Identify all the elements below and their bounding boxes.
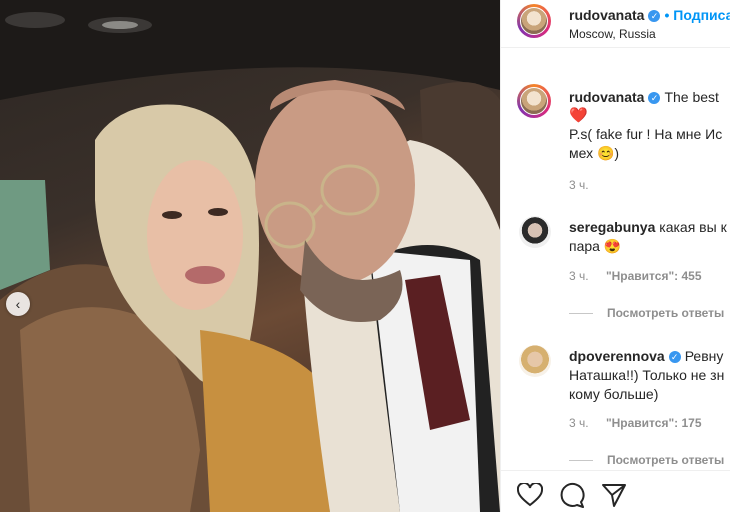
- author-line: rudovanata ✓• Подписаться: [569, 7, 730, 25]
- comment-text-3: кому больше): [569, 386, 659, 402]
- comment-username[interactable]: seregabunya: [569, 219, 655, 235]
- photo-illustration: [0, 0, 500, 512]
- heart-icon[interactable]: [517, 483, 543, 507]
- comment-text-2: Наташка!!) Только не зн: [569, 367, 725, 383]
- share-icon[interactable]: [601, 482, 627, 508]
- caption-author-avatar[interactable]: [517, 84, 551, 118]
- action-bar: [501, 470, 730, 512]
- comment-time[interactable]: 3 ч.: [569, 269, 589, 283]
- post-photo[interactable]: ‹: [0, 0, 500, 512]
- view-replies-label: Посмотреть ответы: [607, 453, 725, 467]
- previous-photo-button[interactable]: ‹: [6, 292, 30, 316]
- commenter-avatar[interactable]: [519, 345, 551, 377]
- comment-text-2: пара 😍: [569, 238, 622, 254]
- post-sidebar: rudovanata✓• Подписаться Moscow, Russia …: [500, 0, 730, 512]
- verified-badge-icon: ✓: [668, 351, 681, 364]
- caption-line-1: rudovanata ✓ The best: [569, 89, 719, 105]
- comment-likes[interactable]: "Нравится": 455: [606, 269, 702, 283]
- caption-text-2: P.s( fake fur ! На мне Ис: [569, 126, 723, 142]
- divider-line: [569, 313, 593, 315]
- caption-time[interactable]: 3 ч.: [569, 178, 589, 192]
- post-header: rudovanata ✓• Подписаться Moscow, Russia: [501, 0, 730, 48]
- comment-time[interactable]: 3 ч.: [569, 416, 589, 430]
- comment-text: какая вы к: [659, 219, 727, 235]
- comment-line-1: seregabunya какая вы к: [569, 219, 727, 235]
- comment-meta: 3 ч. "Нравится": 455: [569, 269, 702, 283]
- comment-icon[interactable]: [559, 482, 585, 508]
- location-link[interactable]: Moscow, Russia: [569, 27, 656, 41]
- comment-meta: 3 ч. "Нравится": 175: [569, 416, 702, 430]
- follow-button[interactable]: • Подписаться: [664, 7, 730, 23]
- comment-line-1: dpoverennova ✓ Ревну: [569, 348, 723, 364]
- caption-username[interactable]: rudovanata: [569, 89, 644, 105]
- commenter-avatar[interactable]: [519, 216, 551, 248]
- view-replies-button[interactable]: Посмотреть ответы: [569, 453, 724, 467]
- caption-text-3: мех 😊): [569, 145, 620, 161]
- caption-heart: ❤️: [569, 107, 588, 124]
- verified-badge-icon: ✓: [648, 9, 661, 22]
- divider-line: [569, 460, 593, 462]
- comment-username[interactable]: dpoverennova: [569, 348, 665, 364]
- caption-text-1: The best: [664, 89, 719, 105]
- instagram-post-viewer: ‹ rudovanata✓• Подписаться Moscow, Russi…: [0, 0, 730, 512]
- view-replies-button[interactable]: Посмотреть ответы: [569, 306, 724, 320]
- comment-text: Ревну: [684, 348, 724, 364]
- comment-likes[interactable]: "Нравится": 175: [606, 416, 702, 430]
- chevron-left-icon: ‹: [15, 296, 21, 312]
- view-replies-label: Посмотреть ответы: [607, 306, 725, 320]
- author-username[interactable]: rudovanata: [569, 7, 644, 23]
- verified-badge-icon: ✓: [648, 92, 661, 105]
- author-avatar[interactable]: [517, 4, 551, 38]
